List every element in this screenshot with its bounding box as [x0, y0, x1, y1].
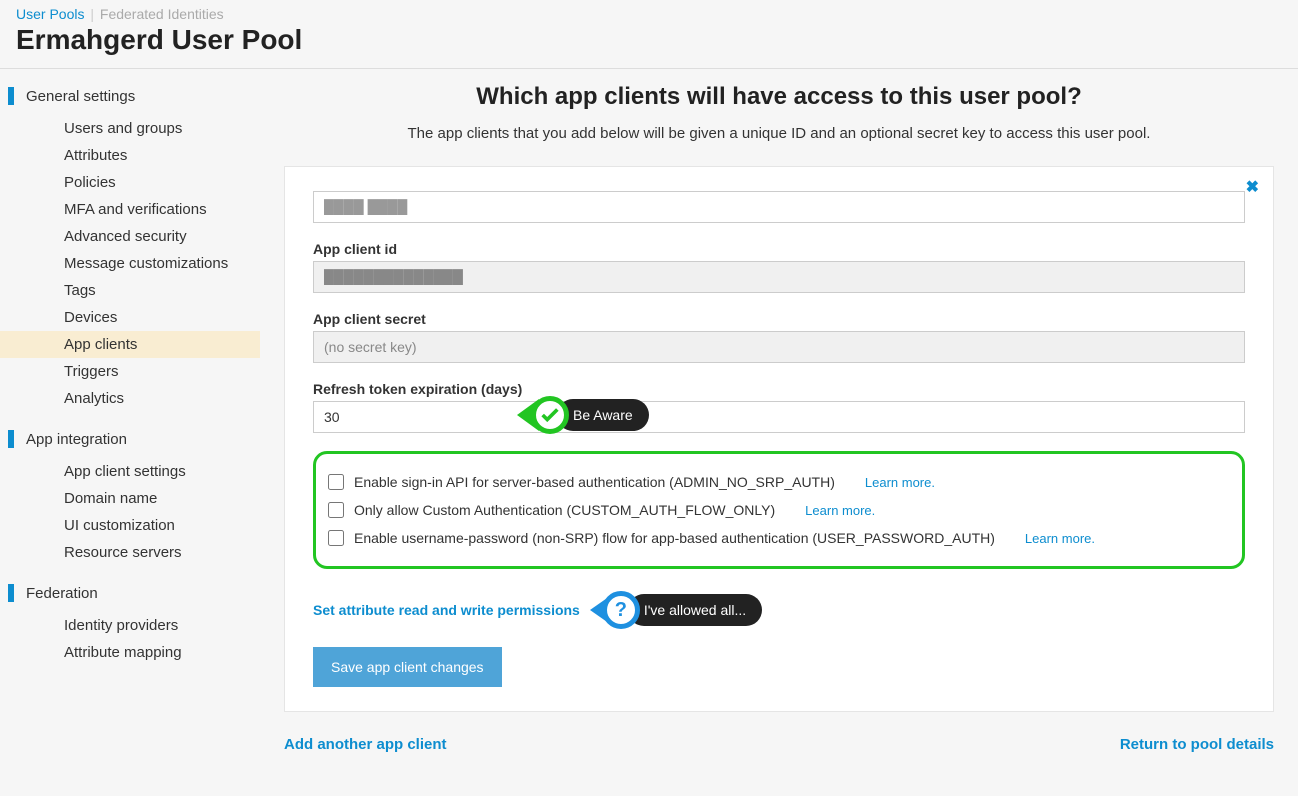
learn-more-link[interactable]: Learn more. [1025, 531, 1095, 546]
app-client-secret-field [313, 331, 1245, 363]
sidebar-item-policies[interactable]: Policies [0, 169, 260, 196]
sidebar-section-label: App integration [26, 431, 127, 448]
sidebar-item-app-client-settings[interactable]: App client settings [0, 458, 260, 485]
add-another-app-client-link[interactable]: Add another app client [284, 736, 447, 753]
refresh-token-input[interactable] [313, 401, 1245, 433]
tab-separator: | [90, 6, 94, 22]
tab-user-pools[interactable]: User Pools [16, 6, 84, 22]
app-client-id-field [313, 261, 1245, 293]
sidebar-item-resource-servers[interactable]: Resource servers [0, 539, 260, 566]
tab-federated-identities[interactable]: Federated Identities [100, 6, 224, 22]
learn-more-link[interactable]: Learn more. [865, 475, 935, 490]
question-icon: ? [602, 591, 640, 629]
page-title: Ermahgerd User Pool [16, 24, 1282, 56]
sidebar-item-analytics[interactable]: Analytics [0, 385, 260, 412]
sidebar-section-general[interactable]: General settings [0, 83, 260, 109]
return-to-pool-details-link[interactable]: Return to pool details [1120, 736, 1274, 753]
sidebar-item-domain-name[interactable]: Domain name [0, 485, 260, 512]
learn-more-link[interactable]: Learn more. [805, 503, 875, 518]
callout-ive-allowed-label: I've allowed all... [628, 594, 762, 626]
auth-option-label: Enable sign-in API for server-based auth… [354, 474, 835, 490]
app-client-secret-label: App client secret [313, 311, 1245, 327]
section-marker [8, 584, 14, 602]
sidebar-section-label: Federation [26, 585, 98, 602]
auth-option-label: Only allow Custom Authentication (CUSTOM… [354, 502, 775, 518]
main-description: The app clients that you add below will … [284, 125, 1274, 142]
auth-option-user-password: Enable username-password (non-SRP) flow … [328, 524, 1230, 552]
set-attribute-permissions-link[interactable]: Set attribute read and write permissions [313, 602, 580, 618]
refresh-token-label: Refresh token expiration (days) [313, 381, 1245, 397]
sidebar-item-triggers[interactable]: Triggers [0, 358, 260, 385]
main-content: Which app clients will have access to th… [260, 69, 1298, 777]
app-client-name-input[interactable] [313, 191, 1245, 223]
top-tabs: User Pools | Federated Identities [16, 6, 1282, 22]
close-icon[interactable]: ✖ [1246, 177, 1259, 197]
sidebar-item-users-groups[interactable]: Users and groups [0, 115, 260, 142]
checkbox-user-password-auth[interactable] [328, 530, 344, 546]
sidebar-item-ui-customization[interactable]: UI customization [0, 512, 260, 539]
auth-option-admin-no-srp: Enable sign-in API for server-based auth… [328, 468, 1230, 496]
sidebar-item-app-clients[interactable]: App clients [0, 331, 260, 358]
app-client-id-label: App client id [313, 241, 1245, 257]
auth-option-label: Enable username-password (non-SRP) flow … [354, 530, 995, 546]
sidebar-section-federation[interactable]: Federation [0, 580, 260, 606]
app-client-panel: ✖ App client id App client secret Refres… [284, 166, 1274, 712]
sidebar-section-label: General settings [26, 88, 135, 105]
sidebar-item-message-customizations[interactable]: Message customizations [0, 250, 260, 277]
sidebar-item-devices[interactable]: Devices [0, 304, 260, 331]
sidebar-item-mfa[interactable]: MFA and verifications [0, 196, 260, 223]
callout-ive-allowed: ? I've allowed all... [590, 591, 762, 629]
sidebar-section-app-integration[interactable]: App integration [0, 426, 260, 452]
section-marker [8, 87, 14, 105]
sidebar: General settings Users and groups Attrib… [0, 69, 260, 777]
main-title: Which app clients will have access to th… [284, 83, 1274, 111]
sidebar-item-identity-providers[interactable]: Identity providers [0, 612, 260, 639]
checkbox-custom-auth[interactable] [328, 502, 344, 518]
sidebar-item-advanced-security[interactable]: Advanced security [0, 223, 260, 250]
auth-option-custom-auth: Only allow Custom Authentication (CUSTOM… [328, 496, 1230, 524]
sidebar-item-attributes[interactable]: Attributes [0, 142, 260, 169]
sidebar-item-tags[interactable]: Tags [0, 277, 260, 304]
section-marker [8, 430, 14, 448]
header: User Pools | Federated Identities Ermahg… [0, 0, 1298, 69]
checkbox-admin-no-srp[interactable] [328, 474, 344, 490]
save-app-client-button[interactable]: Save app client changes [313, 647, 502, 687]
bottom-links: Add another app client Return to pool de… [284, 736, 1274, 753]
sidebar-item-attribute-mapping[interactable]: Attribute mapping [0, 639, 260, 666]
auth-options-box: Enable sign-in API for server-based auth… [313, 451, 1245, 569]
